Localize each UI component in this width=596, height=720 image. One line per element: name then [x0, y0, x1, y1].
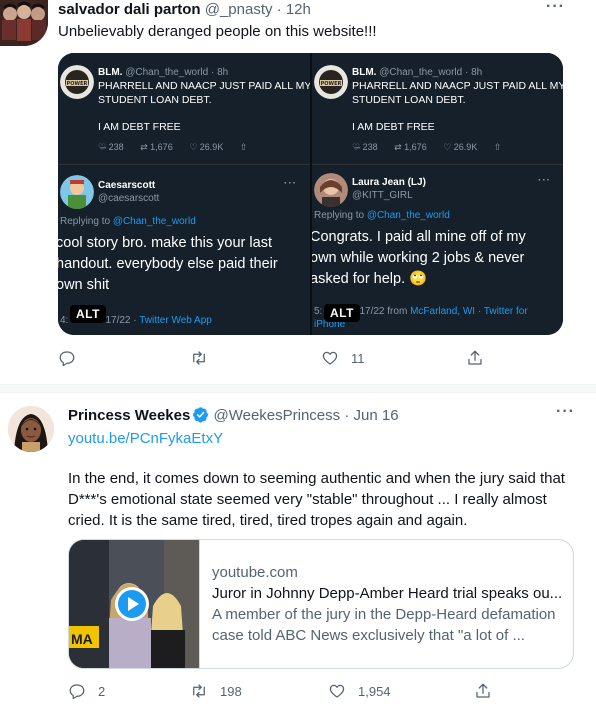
quoted-line-2: STUDENT LOAN DEBT. — [352, 94, 466, 106]
svg-text:POWER: POWER — [321, 81, 342, 87]
more-icon[interactable]: ··· — [556, 403, 575, 421]
quoted-retweet-count: ⇄ 1,676 — [394, 142, 427, 152]
reply-handle: @caesarscott — [98, 193, 160, 204]
replying-to: Replying to @Chan_the_world — [314, 210, 450, 221]
quoted-line-1: PHARRELL AND NAACP JUST PAID ALL MY — [352, 80, 563, 92]
avatar-image — [0, 0, 48, 46]
panel-more-icon: ··· — [284, 178, 297, 189]
alt-badge[interactable]: ALT — [324, 304, 360, 322]
share-icon — [476, 683, 490, 698]
quoted-reply-count: ♡̶ 238 — [98, 142, 124, 152]
tweet-divider — [0, 384, 596, 393]
replying-to: Replying to @Chan_the_world — [60, 216, 196, 227]
retweet-icon — [193, 684, 205, 698]
media-image-right[interactable]: POWER BLM. @Chan_the_world · 8h PHARRELL… — [312, 53, 563, 335]
retweet-button[interactable]: 198 — [190, 682, 242, 700]
quoted-retweet-count: ⇄ 1,676 — [140, 142, 173, 152]
reply-icon — [69, 684, 85, 700]
thumbnail-overlay-text: MA — [71, 631, 93, 647]
like-count: 1,954 — [358, 683, 391, 699]
more-icon[interactable]: ··· — [546, 0, 565, 16]
retweet-icon — [193, 351, 205, 365]
separator: · — [276, 1, 282, 18]
caesarscott-avatar — [60, 175, 94, 209]
tweet-text: In the end, it comes down to seeming aut… — [68, 470, 565, 529]
panel-divider — [312, 164, 563, 165]
quoted-reply-count: ♡̶ 238 — [352, 142, 378, 152]
verified-icon — [193, 407, 209, 423]
panel-divider — [58, 164, 310, 165]
blm-avatar: POWER — [60, 65, 94, 99]
reply-line-2: own while working 2 jobs & never — [312, 250, 525, 266]
reply-line-2: handout. everybody else paid their — [58, 256, 278, 272]
avatar[interactable] — [0, 0, 48, 46]
quoted-like-count: ♡ 26.9K — [189, 142, 224, 152]
share-button[interactable] — [466, 349, 484, 367]
tweet-link[interactable]: youtu.be/PCnFykaEtxY — [68, 428, 223, 449]
like-icon — [322, 351, 338, 365]
timestamp[interactable]: Jun 16 — [354, 407, 399, 424]
avatar[interactable] — [8, 406, 54, 452]
quoted-stats: ♡̶ 238 ⇄ 1,676 ♡ 26.9K ⇧ — [352, 142, 515, 153]
like-button[interactable]: 1,954 — [328, 682, 391, 700]
media-image-left[interactable]: POWER BLM. @Chan_the_world · 8h PHARRELL… — [58, 53, 310, 335]
play-icon[interactable] — [114, 586, 150, 622]
author-handle[interactable]: @_pnasty — [205, 1, 273, 18]
card-thumbnail[interactable]: MA — [69, 540, 200, 668]
card-description-line-2: case told ABC News exclusively that "a l… — [212, 627, 525, 644]
tweet-header: salvador dali parton @_pnasty · 12h — [58, 1, 311, 18]
quoted-share-icon: ⇧ — [239, 142, 248, 152]
card-description-line-1: A member of the jury in the Depp-Heard d… — [212, 606, 556, 623]
svg-text:POWER: POWER — [67, 81, 88, 87]
reply-count: 2 — [98, 683, 106, 699]
laura-jean-avatar — [314, 173, 348, 207]
avatar-image — [8, 406, 54, 452]
quoted-like-count: ♡ 26.9K — [443, 142, 478, 152]
reply-author: Caesarscott — [98, 180, 156, 191]
alt-badge[interactable]: ALT — [70, 305, 106, 323]
reply-icon — [59, 351, 75, 367]
reply-handle: @KITT_GIRL — [352, 190, 413, 201]
like-count: 11 — [351, 350, 365, 366]
tweet-media[interactable]: POWER BLM. @Chan_the_world · 8h PHARRELL… — [58, 53, 563, 335]
like-button[interactable]: 11 — [321, 349, 365, 367]
reply-line-3: own shit — [58, 277, 110, 293]
retweet-button[interactable] — [190, 349, 220, 367]
reply-line-3: asked for help. 🙄 — [312, 271, 428, 287]
quoted-author: BLM. @Chan_the_world · 8h — [98, 67, 229, 78]
separator: · — [344, 407, 350, 424]
card-text: youtube.com Juror in Johnny Depp-Amber H… — [212, 562, 562, 646]
card-title: Juror in Johnny Depp-Amber Heard trial s… — [212, 585, 562, 602]
reply-button[interactable] — [58, 349, 88, 367]
quoted-author: BLM. @Chan_the_world · 8h — [352, 67, 483, 78]
share-icon — [468, 350, 482, 365]
timestamp[interactable]: 12h — [286, 1, 311, 18]
like-icon — [329, 684, 345, 698]
tweet-text: Unbelievably deranged people on this web… — [58, 23, 377, 40]
blm-avatar: POWER — [314, 65, 348, 99]
author-name[interactable]: salvador dali parton — [58, 1, 201, 18]
tweet[interactable]: salvador dali parton @_pnasty · 12h ··· … — [0, 0, 596, 384]
tweet-header: Princess Weekes @WeekesPrincess · Jun 16 — [68, 406, 399, 424]
retweet-count: 198 — [220, 683, 242, 699]
tweet[interactable]: Princess Weekes @WeekesPrincess · Jun 16… — [0, 393, 596, 720]
quoted-line-2: STUDENT LOAN DEBT. — [98, 94, 212, 106]
author-handle[interactable]: @WeekesPrincess — [213, 407, 340, 424]
quoted-line-3: I AM DEBT FREE — [352, 121, 435, 133]
reply-button[interactable]: 2 — [68, 682, 105, 700]
reply-author: Laura Jean (LJ) — [352, 177, 426, 188]
reply-line-1: Congrats. I paid all mine off of my — [312, 229, 526, 245]
reply-line-1: cool story bro. make this your last — [58, 235, 272, 251]
quoted-stats: ♡̶ 238 ⇄ 1,676 ♡ 26.9K ⇧ — [98, 142, 261, 153]
quoted-share-icon: ⇧ — [493, 142, 502, 152]
quoted-line-1: PHARRELL AND NAACP JUST PAID ALL MY — [98, 80, 310, 92]
author-name[interactable]: Princess Weekes — [68, 407, 190, 424]
panel-more-icon: ··· — [538, 175, 551, 186]
link-card[interactable]: MA youtube.com Juror in Johnny Depp-Ambe… — [68, 539, 574, 669]
share-button[interactable] — [474, 682, 492, 700]
quoted-line-3: I AM DEBT FREE — [98, 121, 181, 133]
card-domain: youtube.com — [212, 564, 298, 581]
